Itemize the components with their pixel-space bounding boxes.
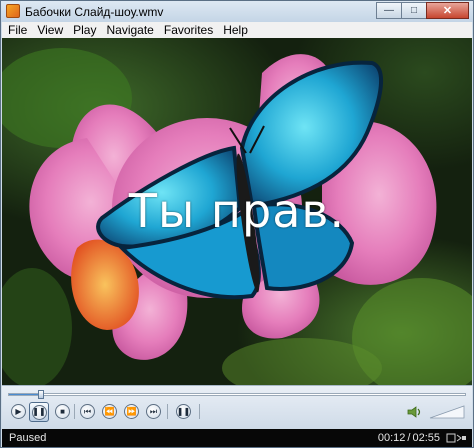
menu-help[interactable]: Help (218, 22, 253, 38)
rewind-button[interactable]: ⏪ (102, 404, 117, 419)
seek-thumb[interactable] (37, 390, 44, 399)
minimize-button[interactable]: — (376, 2, 402, 19)
stop-icon: ■ (60, 406, 65, 416)
time-separator: / (407, 432, 411, 444)
seek-progress (9, 394, 41, 395)
app-icon (6, 4, 20, 18)
close-button[interactable]: ✕ (426, 2, 469, 19)
maximize-button[interactable]: □ (401, 2, 427, 19)
menu-play[interactable]: Play (68, 22, 101, 38)
play-pause-icon: ❚❚ (176, 406, 191, 416)
menu-favorites[interactable]: Favorites (159, 22, 218, 38)
next-button[interactable]: ⏭ (146, 404, 161, 419)
minimize-icon: — (384, 5, 394, 16)
next-icon: ⏭ (149, 406, 158, 416)
previous-icon: ⏮ (83, 406, 92, 416)
current-time: 00:12 (377, 432, 406, 444)
rewind-icon: ⏪ (104, 406, 115, 416)
video-area[interactable]: Ты прав. (2, 38, 472, 385)
previous-button[interactable]: ⏮ (80, 404, 95, 419)
seek-bar[interactable] (8, 390, 466, 399)
volume-icon[interactable] (407, 406, 423, 418)
title-bar[interactable]: Бабочки Слайд-шоу.wmv — □ ✕ (1, 1, 473, 22)
window-controls: — □ ✕ (376, 2, 469, 19)
separator (167, 404, 168, 419)
playback-status: Paused (9, 432, 47, 444)
close-icon: ✕ (442, 5, 453, 17)
pause-icon: ❚❚ (32, 407, 46, 416)
media-player-window: Бабочки Слайд-шоу.wmv — □ ✕ File View Pl… (0, 0, 474, 448)
menu-view[interactable]: View (32, 22, 68, 38)
pause-button[interactable]: ❚❚ (29, 402, 49, 422)
window-title: Бабочки Слайд-шоу.wmv (25, 5, 164, 19)
status-bar: Paused 00:12/02:55 (2, 429, 472, 447)
player-controls: ▶ ❚❚ ■ ⏮ ⏪ ⏩ ⏭ ❚❚ (2, 385, 472, 429)
total-time: 02:55 (412, 432, 440, 444)
maximize-icon: □ (410, 5, 418, 16)
fast-forward-button[interactable]: ⏩ (124, 404, 139, 419)
shuffle-button[interactable]: ▶ (11, 404, 26, 419)
shuffle-icon: ▶ (15, 406, 22, 416)
fast-forward-icon: ⏩ (126, 406, 137, 416)
menu-navigate[interactable]: Navigate (101, 22, 158, 38)
volume-slider[interactable] (428, 404, 466, 420)
play-toggle-button[interactable]: ❚❚ (176, 404, 191, 419)
menu-file[interactable]: File (2, 22, 32, 38)
mode-switch-icon[interactable] (446, 432, 468, 444)
stop-button[interactable]: ■ (55, 404, 70, 419)
menu-bar: File View Play Navigate Favorites Help (2, 22, 472, 38)
time-display: 00:12/02:55 (378, 432, 440, 444)
subtitle-text: Ты прав. (128, 184, 346, 238)
separator (199, 404, 200, 419)
separator (74, 404, 75, 419)
